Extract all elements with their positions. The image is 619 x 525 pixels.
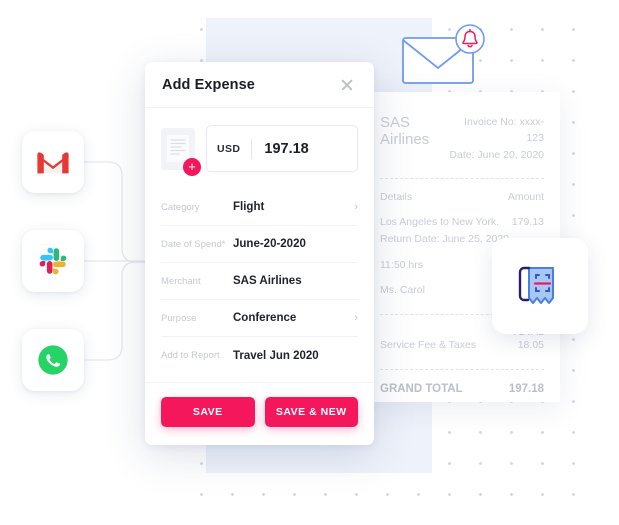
receipt-scan-tile[interactable] [492,238,588,334]
receipt-col-amount: Amount [507,190,544,203]
document-thumbnail-icon[interactable]: + [161,127,201,176]
field-value: June-20-2020 [233,238,306,250]
receipt-grand-total-label: GRAND TOTAL [380,383,463,396]
field-value: Travel Jun 2020 [233,349,319,362]
corner-bracket-bottom-right [548,388,560,402]
field-value: SAS Airlines [233,275,302,287]
card-header: Add Expense [145,62,374,108]
receipt-divider-top [380,177,544,179]
receipt-fee-amount: 18.05 [517,339,544,352]
email-notification-illustration [400,24,490,91]
integration-tile-whatsapp[interactable] [22,329,84,391]
field-purpose[interactable]: Purpose Conference › [161,300,358,337]
field-value: Flight [233,201,265,213]
add-expense-card: Add Expense + USD 197.18 Category Flight… [145,62,374,445]
plus-icon[interactable]: + [183,157,201,176]
field-label: Add to Report [161,350,220,361]
receipt-line-item: Los Angeles to New York. [380,215,500,228]
amount-section: + USD 197.18 [145,108,374,185]
field-label: Category [161,201,200,213]
receipt-scan-icon [518,266,554,304]
page-title: Add Expense [162,76,255,93]
save-and-new-button[interactable]: SAVE & NEW [264,397,358,427]
receipt-fee-label: Service Fee & Taxes [380,339,477,352]
field-add-to-report[interactable]: Add to Report Travel Jun 2020 [161,337,358,374]
card-actions: SAVE SAVE & NEW [145,382,374,445]
integration-tile-gmail[interactable] [22,131,84,193]
close-icon[interactable] [337,75,357,95]
gmail-icon [37,152,69,174]
receipt-divider-bottom [380,369,544,371]
field-date-of-spend[interactable]: Date of Spend* June-20-2020 [161,226,358,263]
receipt-merchant: SAS Airlines [380,114,430,149]
field-category[interactable]: Category Flight › [161,189,358,226]
save-button[interactable]: SAVE [161,397,255,427]
document-lines-icon [167,135,189,162]
field-value: Conference [233,312,297,324]
integration-tile-slack[interactable] [22,230,84,292]
receipt-invoice-no: Invoice No: xxxx-123 [464,116,544,145]
field-label: Merchant [161,275,201,287]
chevron-right-icon[interactable]: › [348,201,358,213]
amount-input[interactable]: USD 197.18 [206,125,358,172]
envelope-icon [402,24,485,84]
expense-fields: Category Flight › Date of Spend* June-20… [145,185,374,382]
whatsapp-icon [38,345,68,375]
receipt-date: Date: June 20, 2020 [449,148,544,161]
corner-bracket-top-right [548,92,560,106]
receipt-grand-total-amount: 197.18 [508,383,544,396]
slack-icon [39,247,67,275]
currency-label: USD [217,142,241,155]
amount-value: 197.18 [264,140,309,157]
illustration-canvas: SAS Airlines Invoice No: xxxx-123 Date: … [0,0,619,525]
field-label: Date of Spend* [161,238,226,250]
field-label: Purpose [161,312,197,324]
receipt-line-amount: 179.13 [511,215,544,228]
field-merchant[interactable]: Merchant SAS Airlines [161,263,358,300]
chevron-right-icon[interactable]: › [348,312,358,324]
receipt-col-details: Details [380,190,413,203]
